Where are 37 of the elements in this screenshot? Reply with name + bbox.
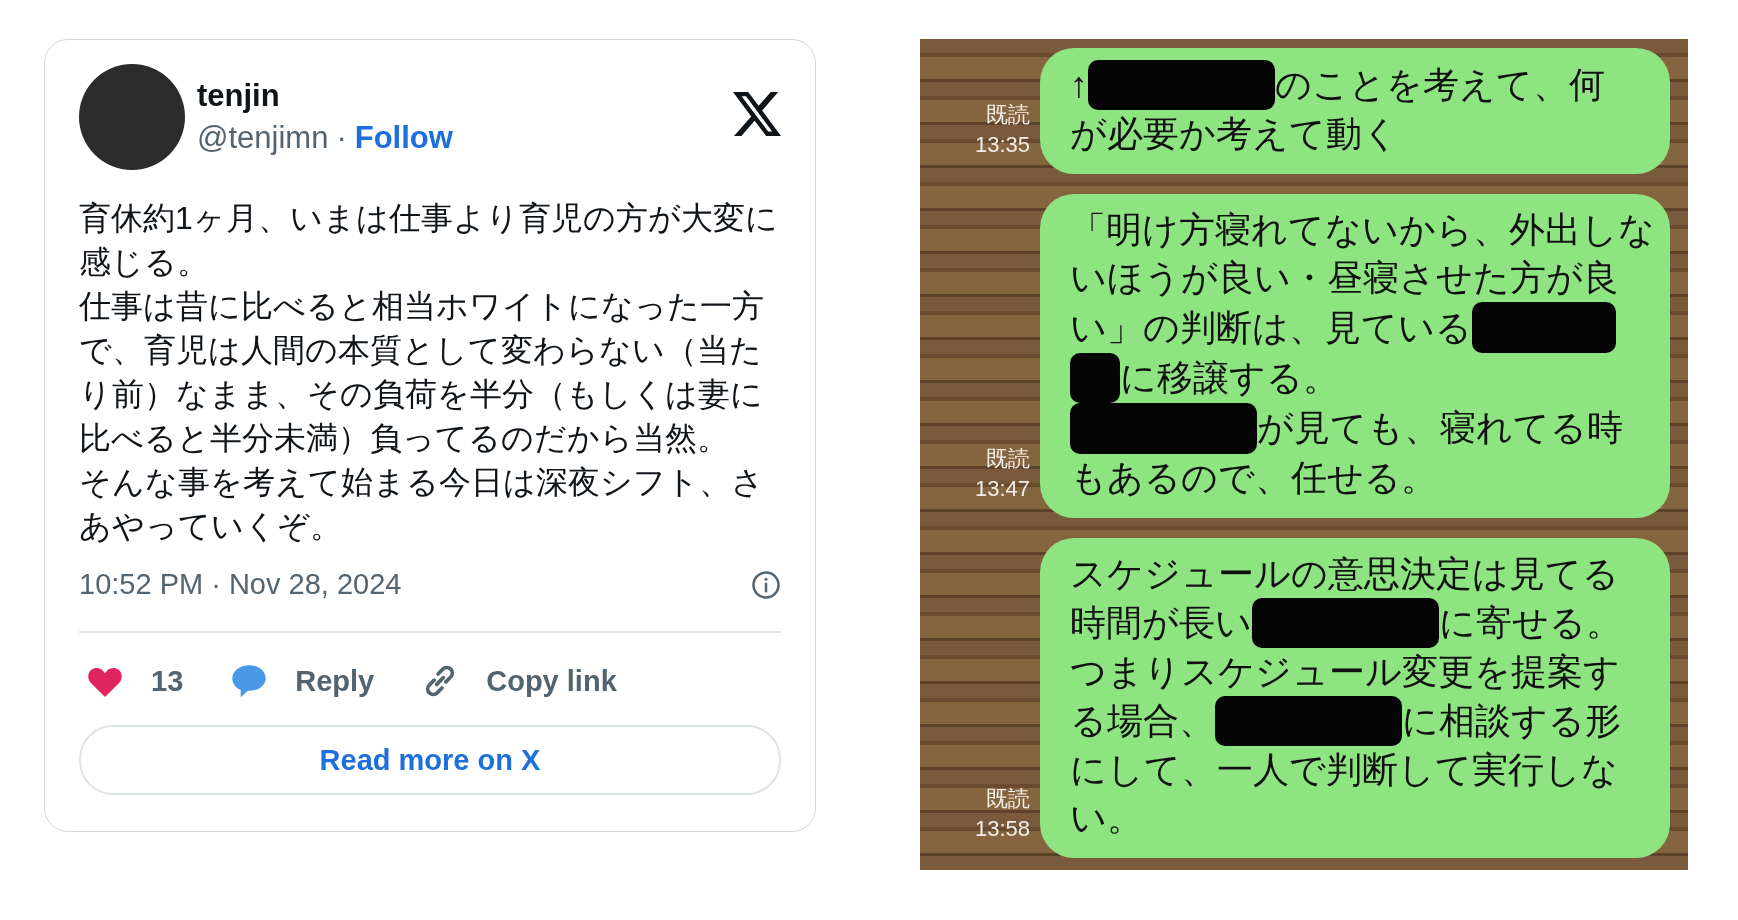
like-count[interactable]: 13 <box>151 664 184 698</box>
tweet-text: 仕事は昔に比べると相当ホワイトになった一方で、育児は人間の本質として変わらない（当たり前）なまま、その負荷を半分（もしくは妻に比べると半分未満）負ってるのだから当然。 <box>79 287 765 458</box>
info-icon[interactable] <box>751 569 781 600</box>
message-text: が見ても、寝れてる時 <box>1257 406 1624 451</box>
message-text: つまりスケジュール変更を提案す <box>1070 649 1620 694</box>
message-text: ↑ <box>1070 63 1088 108</box>
message-text: のことを考えて、何 <box>1275 63 1606 108</box>
message-text: いほうが良い・昼寝させた方が良 <box>1070 256 1619 301</box>
message-text: 時間が長い <box>1070 600 1252 645</box>
message-text: が必要か考えて動く <box>1070 112 1399 157</box>
message-text: い。 <box>1070 796 1143 841</box>
separator-dot: · <box>336 120 347 156</box>
copy-link[interactable]: Copy link <box>486 664 617 698</box>
message-text: に相談する形 <box>1402 699 1622 744</box>
read-more-button[interactable]: Read more on X <box>79 725 781 795</box>
message-text: にして、一人で判断して実行しな <box>1070 748 1618 793</box>
tweet-text: そんな事を考えて始まる今日は深夜シフト、さあやっていくぞ。 <box>79 463 765 546</box>
message-text: 「明け方寝れてないから、外出しな <box>1070 208 1655 253</box>
read-receipt: 既読 <box>986 785 1030 814</box>
message-time: 13:58 <box>974 815 1030 844</box>
author-name[interactable]: tenjin <box>197 78 721 114</box>
message-text: に移譲する。 <box>1120 355 1340 400</box>
read-receipt: 既読 <box>986 101 1030 130</box>
message-text: る場合、 <box>1070 699 1215 744</box>
message-text: もあるので、任せる。 <box>1070 455 1437 500</box>
tweet-text: 育休約1ヶ月、いまは仕事より育児の方が大変に感じる。 <box>79 199 779 282</box>
author-handle[interactable]: @tenjimn <box>197 120 329 156</box>
follow-link[interactable]: Follow <box>354 120 453 156</box>
message-text: に寄せる。 <box>1439 600 1623 645</box>
read-receipt: 既読 <box>986 444 1030 473</box>
x-logo-icon[interactable] <box>733 92 781 136</box>
reply-link[interactable]: Reply <box>295 664 375 698</box>
message-text: スケジュールの意思決定は見てる <box>1070 551 1619 596</box>
message-text: い」の判断は、見ている <box>1070 305 1472 350</box>
timestamp-link[interactable]: 10:52 PM · Nov 28, 2024 <box>79 568 402 601</box>
message-time: 13:35 <box>974 131 1030 160</box>
message-time: 13:47 <box>974 474 1030 503</box>
